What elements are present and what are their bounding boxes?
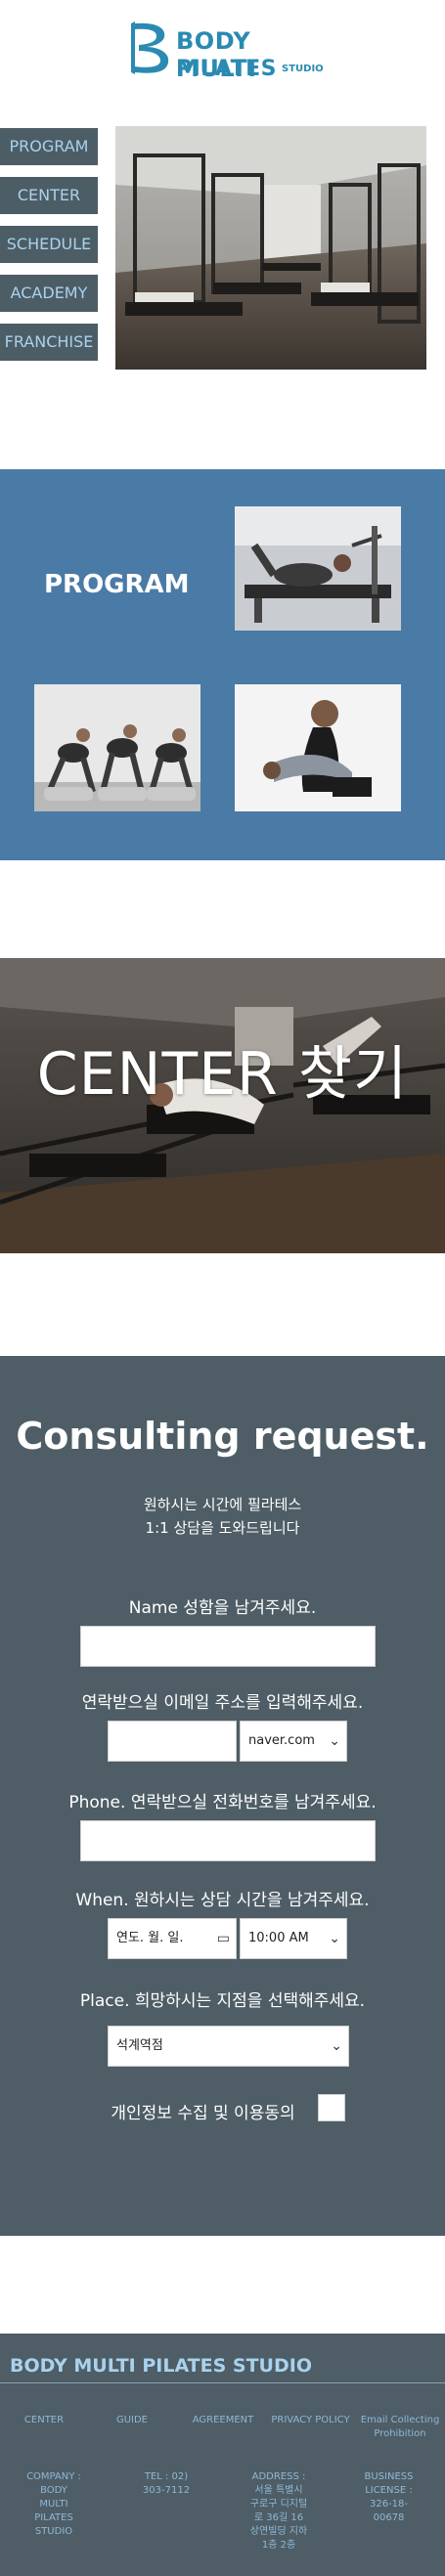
footer-divider (0, 2382, 445, 2383)
program-image-instructor[interactable] (235, 684, 401, 811)
program-section: PROGRAM (0, 469, 445, 860)
time-value: 10:00 AM (248, 1931, 309, 1945)
footer-link-guide[interactable]: GUIDE (108, 2414, 156, 2427)
logo-b-icon (131, 22, 169, 74)
nav-item-center[interactable]: CENTER (0, 177, 98, 214)
email-domain-value: naver.com (248, 1733, 315, 1748)
place-value: 석계역점 (116, 2038, 163, 2053)
calendar-icon: ▭ (216, 1931, 230, 1946)
program-image-group[interactable] (34, 684, 200, 811)
footer-link-center[interactable]: CENTER (15, 2414, 73, 2427)
studio-hero-image (115, 126, 426, 370)
nav-item-program[interactable]: PROGRAM (0, 128, 98, 165)
footer-link-email-prohibition[interactable]: Email Collecting Prohibition (358, 2414, 442, 2441)
time-select[interactable]: 10:00 AM ⌄ (240, 1918, 347, 1959)
email-id-input[interactable] (108, 1721, 237, 1762)
consult-subtitle: 원하시는 시간에 필라테스 1:1 상담을 도와드립니다 (0, 1493, 445, 1540)
name-label: Name 성함을 남겨주세요. (128, 1598, 317, 1618)
nav-item-schedule[interactable]: SCHEDULE (0, 226, 98, 263)
email-label: 연락받으실 이메일 주소를 입력해주세요. (81, 1693, 364, 1713)
consult-title: Consulting request. (16, 1415, 429, 1458)
footer-link-agreement[interactable]: AGREEMENT (184, 2414, 262, 2427)
place-label: Place. 희망하시는 지점을 선택해주세요. (79, 1991, 366, 2011)
nav-item-franchise[interactable]: FRANCHISE (0, 324, 98, 361)
footer-title: BODY MULTI PILATES STUDIO (10, 2355, 312, 2377)
name-input[interactable] (80, 1626, 376, 1667)
chevron-down-icon: ⌄ (329, 1931, 340, 1946)
phone-input[interactable] (80, 1820, 376, 1861)
when-label: When. 원하시는 상담 시간을 남겨주세요. (75, 1891, 370, 1910)
consult-subtitle-line1: 원하시는 시간에 필라테스 (143, 1496, 302, 1513)
consulting-form: Consulting request. 원하시는 시간에 필라테스 1:1 상담… (0, 1356, 445, 2236)
program-title: PROGRAM (44, 570, 190, 599)
phone-label: Phone. 연락받으실 전화번호를 남겨주세요. (68, 1793, 377, 1812)
page: BODY MULTI PILATES STUDIO PROGRAM CENTER… (0, 0, 445, 2576)
footer-address: ADDRESS : 서울 특별시 구로구 디지털로 36길 16 상연빌딩 지하… (249, 2471, 308, 2551)
date-input[interactable]: 연도. 월. 일. ▭ (108, 1918, 237, 1959)
agree-checkbox[interactable] (318, 2094, 345, 2121)
center-title: CENTER 찾기 (36, 1040, 409, 1109)
footer-license: BUSINESS LICENSE : 326-18-00678 (364, 2471, 414, 2523)
brand-name-line2: PILATES (176, 57, 278, 81)
footer-company: COMPANY : BODY MULTI PILATES STUDIO (26, 2471, 81, 2537)
chevron-down-icon: ⌄ (329, 1733, 340, 1749)
program-image-reformer[interactable] (235, 506, 401, 631)
footer-tel: TEL : 02) 303-7112 (142, 2471, 191, 2496)
center-banner[interactable]: CENTER 찾기 (0, 958, 445, 1253)
agree-label: 개인정보 수집 및 이용동의 (111, 2104, 295, 2123)
side-nav: PROGRAM CENTER SCHEDULE ACADEMY FRANCHIS… (0, 128, 98, 372)
consult-subtitle-line2: 1:1 상담을 도와드립니다 (145, 1519, 300, 1537)
footer-link-privacy-policy[interactable]: PRIVACY POLICY (264, 2414, 357, 2427)
brand-name-suffix: STUDIO (282, 64, 324, 74)
email-domain-select[interactable]: naver.com ⌄ (240, 1721, 347, 1762)
date-placeholder: 연도. 월. 일. (116, 1931, 184, 1945)
place-select[interactable]: 석계역점 ⌄ (108, 2026, 349, 2067)
brand-logo[interactable]: BODY MULTI PILATES STUDIO (125, 20, 331, 82)
chevron-down-icon: ⌄ (331, 2038, 342, 2054)
nav-item-academy[interactable]: ACADEMY (0, 275, 98, 312)
footer: BODY MULTI PILATES STUDIO CENTER GUIDE A… (0, 2334, 445, 2576)
